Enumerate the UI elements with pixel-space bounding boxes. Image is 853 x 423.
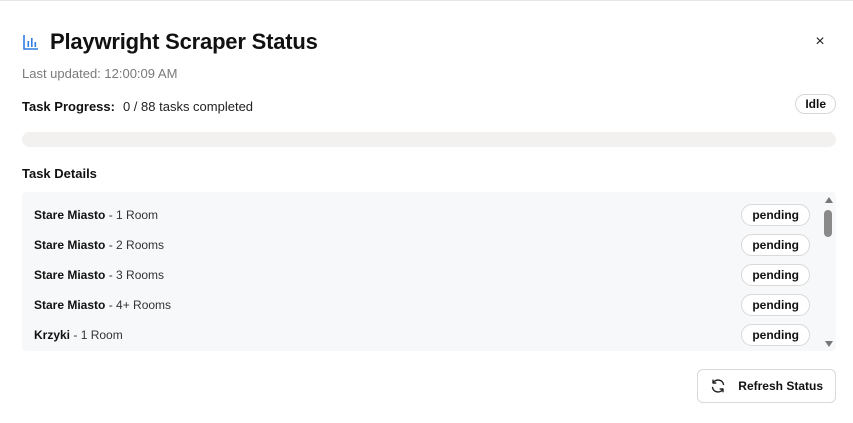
refresh-status-button[interactable]: Refresh Status [697, 369, 836, 403]
task-list-panel: Stare Miasto - 1 Room pending Stare Mias… [22, 192, 836, 351]
refresh-status-label: Refresh Status [738, 379, 823, 393]
close-button[interactable]: × [809, 31, 831, 53]
task-rooms: 1 Room [80, 328, 123, 342]
task-location: Stare Miasto [34, 268, 106, 282]
task-location: Stare Miasto [34, 298, 106, 312]
task-rooms: 2 Rooms [116, 238, 165, 252]
task-status-badge: pending [741, 324, 810, 346]
task-progress-row: Task Progress: 0 / 88 tasks completed Id… [22, 94, 836, 116]
task-row: Stare Miasto - 3 Rooms pending [22, 260, 814, 290]
task-progress-text: 0 / 88 tasks completed [122, 98, 254, 114]
task-separator: - [105, 208, 117, 222]
task-location: Stare Miasto [34, 238, 106, 252]
task-label: Stare Miasto - 4+ Rooms [34, 298, 171, 312]
scroll-up-arrow-icon[interactable] [825, 197, 833, 203]
dialog-header: Playwright Scraper Status [22, 29, 318, 55]
task-separator: - [105, 298, 117, 312]
bar-chart-icon [22, 31, 44, 53]
dialog-title: Playwright Scraper Status [50, 29, 318, 54]
scrollbar-thumb[interactable] [824, 210, 832, 237]
task-rooms: 3 Rooms [116, 268, 165, 282]
task-location: Krzyki [34, 328, 71, 342]
scraper-status-dialog: Playwright Scraper Status × Last updated… [0, 0, 853, 423]
task-status-badge: pending [741, 294, 810, 316]
status-badge: Idle [795, 94, 836, 114]
task-label: Stare Miasto - 1 Room [34, 208, 158, 222]
last-updated-text: Last updated: 12:00:09 AM [22, 66, 178, 81]
task-details-heading: Task Details [22, 166, 97, 181]
task-label: Stare Miasto - 3 Rooms [34, 268, 164, 282]
scroll-down-arrow-icon[interactable] [825, 341, 833, 347]
task-list: Stare Miasto - 1 Room pending Stare Mias… [22, 200, 814, 350]
task-row: Stare Miasto - 4+ Rooms pending [22, 290, 814, 320]
task-location: Stare Miasto [34, 208, 106, 222]
task-label: Stare Miasto - 2 Rooms [34, 238, 164, 252]
task-separator: - [70, 328, 81, 342]
task-status-badge: pending [741, 234, 810, 256]
task-rooms: 1 Room [116, 208, 159, 222]
task-status-badge: pending [741, 264, 810, 286]
task-label: Krzyki - 1 Room [34, 328, 123, 342]
task-separator: - [105, 268, 117, 282]
task-row: Stare Miasto - 1 Room pending [22, 200, 814, 230]
refresh-icon [710, 378, 726, 394]
task-row: Krzyki - 1 Room pending [22, 320, 814, 350]
task-status-badge: pending [741, 204, 810, 226]
task-separator: - [105, 238, 117, 252]
task-progress-label: Task Progress: [22, 98, 115, 114]
task-row: Stare Miasto - 2 Rooms pending [22, 230, 814, 260]
task-rooms: 4+ Rooms [116, 298, 172, 312]
task-list-scrollbar[interactable] [822, 192, 836, 351]
progress-bar [22, 132, 836, 147]
